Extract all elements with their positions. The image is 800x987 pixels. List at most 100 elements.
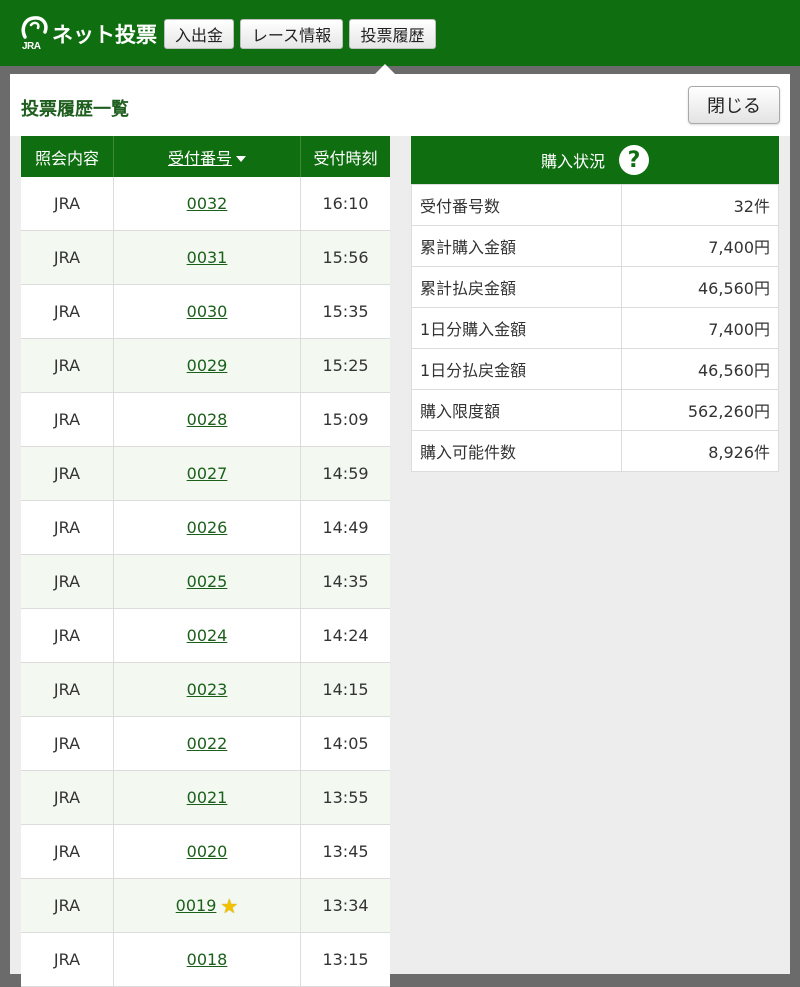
status-row: 1日分購入金額 7,400円 xyxy=(411,307,779,349)
status-value: 7,400円 xyxy=(621,307,779,349)
row-type: JRA xyxy=(21,608,114,663)
row-type: JRA xyxy=(21,500,114,555)
status-header: 購入状況 ? xyxy=(411,136,779,184)
status-value: 8,926件 xyxy=(621,430,779,472)
history-row: JRA 0031 15:56 xyxy=(21,230,390,285)
status-label: 受付番号数 xyxy=(411,184,622,226)
sort-number-link[interactable]: 受付番号 xyxy=(168,149,232,168)
receipt-number-link[interactable]: 0025 xyxy=(187,572,228,591)
receipt-number-link[interactable]: 0026 xyxy=(187,518,228,537)
status-label: 累計購入金額 xyxy=(411,225,622,267)
logo-jra-text: JRA xyxy=(22,41,41,52)
jra-logo[interactable]: JRA ネット投票 xyxy=(20,14,157,54)
row-type: JRA xyxy=(21,177,114,231)
column-header-number[interactable]: 受付番号 xyxy=(113,136,301,177)
row-type: JRA xyxy=(21,662,114,717)
receipt-number-link[interactable]: 0019 xyxy=(176,896,217,915)
history-row: JRA 0023 14:15 xyxy=(21,662,390,717)
receipt-number-link[interactable]: 0021 xyxy=(187,788,228,807)
row-type: JRA xyxy=(21,824,114,879)
row-time: 14:05 xyxy=(300,716,390,771)
horseshoe-icon: JRA xyxy=(20,15,50,53)
status-value: 46,560円 xyxy=(621,266,779,308)
row-number-cell: 0028 xyxy=(113,392,301,447)
row-time: 14:49 xyxy=(300,500,390,555)
status-value: 32件 xyxy=(621,184,779,226)
status-row: 購入可能件数 8,926件 xyxy=(411,430,779,472)
status-label: 1日分払戻金額 xyxy=(411,348,622,390)
sort-desc-icon xyxy=(236,156,246,162)
row-type: JRA xyxy=(21,446,114,501)
receipt-number-link[interactable]: 0027 xyxy=(187,464,228,483)
row-number-cell: 0029 xyxy=(113,338,301,393)
status-row: 購入限度額 562,260円 xyxy=(411,389,779,431)
receipt-number-link[interactable]: 0022 xyxy=(187,734,228,753)
row-time: 13:55 xyxy=(300,770,390,825)
history-row: JRA 0028 15:09 xyxy=(21,392,390,447)
history-row: JRA 0029 15:25 xyxy=(21,338,390,393)
row-number-cell: 0025 xyxy=(113,554,301,609)
status-row: 1日分払戻金額 46,560円 xyxy=(411,348,779,390)
row-time: 16:10 xyxy=(300,177,390,231)
receipt-number-link[interactable]: 0032 xyxy=(187,194,228,213)
receipt-number-link[interactable]: 0020 xyxy=(187,842,228,861)
row-time: 15:09 xyxy=(300,392,390,447)
history-row: JRA 0032 16:10 xyxy=(21,177,390,231)
receipt-number-link[interactable]: 0030 xyxy=(187,302,228,321)
row-number-cell: 0030 xyxy=(113,284,301,339)
row-type: JRA xyxy=(21,716,114,771)
row-number-cell: 0024 xyxy=(113,608,301,663)
nav-history-button[interactable]: 投票履歴 xyxy=(349,19,436,49)
nav-deposit-button[interactable]: 入出金 xyxy=(164,19,234,49)
star-icon: ★ xyxy=(220,893,239,918)
row-number-cell: 0027 xyxy=(113,446,301,501)
status-label: 購入限度額 xyxy=(411,389,622,431)
row-number-cell: 0031 xyxy=(113,230,301,285)
history-table: 照会内容 受付番号 受付時刻 JRA 0032 16:10 JRA 0031 15:56 J… xyxy=(21,136,390,987)
row-number-cell: 0022 xyxy=(113,716,301,771)
close-button[interactable]: 閉じる xyxy=(688,86,780,124)
row-type: JRA xyxy=(21,230,114,285)
row-time: 13:34 xyxy=(300,878,390,933)
row-time: 15:56 xyxy=(300,230,390,285)
row-type: JRA xyxy=(21,932,114,987)
row-type: JRA xyxy=(21,554,114,609)
history-row: JRA 0018 13:15 xyxy=(21,932,390,987)
row-number-cell: 0021 xyxy=(113,770,301,825)
status-value: 562,260円 xyxy=(621,389,779,431)
logo-text: ネット投票 xyxy=(52,23,157,47)
question-circle-icon[interactable]: ? xyxy=(619,145,649,175)
panel-header: 投票履歴一覧 閉じる xyxy=(10,74,790,136)
status-label: 累計払戻金額 xyxy=(411,266,622,308)
row-number-cell: 0019 ★ xyxy=(113,878,301,933)
receipt-number-link[interactable]: 0023 xyxy=(187,680,228,699)
row-type: JRA xyxy=(21,770,114,825)
status-row: 受付番号数 32件 xyxy=(411,184,779,226)
nav-race-info-button[interactable]: レース情報 xyxy=(240,19,343,49)
page-title: 投票履歴一覧 xyxy=(21,99,129,120)
status-row: 累計払戻金額 46,560円 xyxy=(411,266,779,308)
history-row: JRA 0020 13:45 xyxy=(21,824,390,879)
receipt-number-link[interactable]: 0029 xyxy=(187,356,228,375)
history-panel: 投票履歴一覧 閉じる 照会内容 受付番号 受付時刻 JRA 0032 16:10 JR… xyxy=(10,74,790,987)
app-header: JRA ネット投票 入出金 レース情報 投票履歴 xyxy=(0,0,800,75)
receipt-number-link[interactable]: 0024 xyxy=(187,626,228,645)
history-header-row: 照会内容 受付番号 受付時刻 xyxy=(21,136,390,177)
row-type: JRA xyxy=(21,392,114,447)
receipt-number-link[interactable]: 0028 xyxy=(187,410,228,429)
receipt-number-link[interactable]: 0031 xyxy=(187,248,228,267)
status-table: 受付番号数 32件 累計購入金額 7,400円 累計払戻金額 46,560円 1日分購入金額… xyxy=(411,184,779,472)
column-header-time: 受付時刻 xyxy=(300,136,390,177)
row-time: 14:35 xyxy=(300,554,390,609)
status-title: 購入状況 xyxy=(540,152,605,171)
status-value: 7,400円 xyxy=(621,225,779,267)
row-number-cell: 0018 xyxy=(113,932,301,987)
history-row: JRA 0026 14:49 xyxy=(21,500,390,555)
column-header-type: 照会内容 xyxy=(21,136,114,177)
history-row: JRA 0024 14:24 xyxy=(21,608,390,663)
history-row: JRA 0019 ★ 13:34 xyxy=(21,878,390,933)
row-time: 14:59 xyxy=(300,446,390,501)
history-row: JRA 0022 14:05 xyxy=(21,716,390,771)
status-value: 46,560円 xyxy=(621,348,779,390)
receipt-number-link[interactable]: 0018 xyxy=(187,950,228,969)
